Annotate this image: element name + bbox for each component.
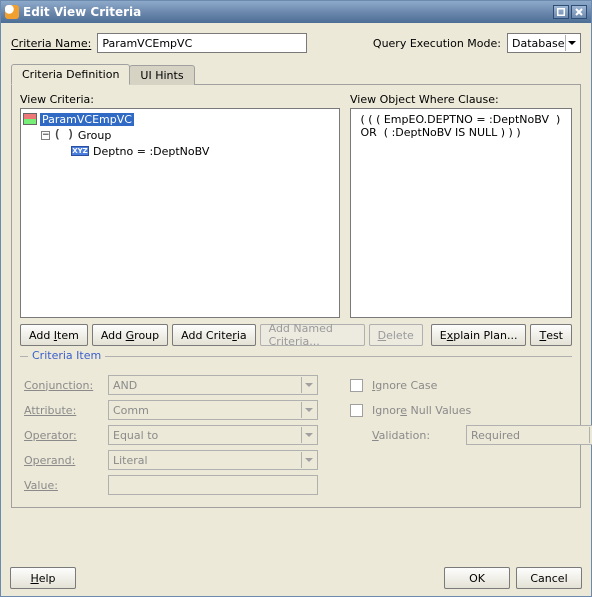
tree-leaf-label: Deptno = :DeptNoBV bbox=[93, 145, 209, 158]
tree-group-label: Group bbox=[78, 129, 112, 142]
attribute-select: Comm bbox=[108, 400, 318, 420]
ignore-case-label: Ignore Case bbox=[372, 379, 592, 392]
add-group-button[interactable]: Add Group bbox=[92, 324, 168, 346]
toolbar-row: Add Item Add Group Add Criteria Add Name… bbox=[20, 324, 572, 346]
chevron-down-icon bbox=[301, 402, 315, 418]
add-named-criteria-button: Add Named Criteria... bbox=[260, 324, 365, 346]
ignore-null-label: Ignore Null Values bbox=[372, 404, 592, 417]
criteria-name-label: Criteria Name: bbox=[11, 37, 91, 50]
delete-button: Delete bbox=[369, 324, 423, 346]
title-bar: Edit View Criteria bbox=[1, 1, 591, 23]
add-item-button[interactable]: Add Item bbox=[20, 324, 88, 346]
cancel-button[interactable]: Cancel bbox=[516, 567, 582, 589]
ignore-null-checkbox bbox=[350, 404, 363, 417]
view-criteria-tree[interactable]: ParamVCEmpVC − ( ) Group XYZ Deptno = :D… bbox=[20, 108, 340, 318]
view-criteria-label: View Criteria: bbox=[20, 93, 340, 106]
help-button[interactable]: Help bbox=[10, 567, 76, 589]
attribute-label: Attribute: bbox=[24, 404, 104, 417]
tree-root-label: ParamVCEmpVC bbox=[40, 113, 134, 126]
validation-select: Required bbox=[466, 425, 592, 445]
tab-ui-hints[interactable]: UI Hints bbox=[129, 65, 194, 85]
dialog-footer: Help OK Cancel bbox=[10, 567, 582, 589]
close-button[interactable] bbox=[571, 5, 587, 19]
tab-criteria-definition[interactable]: Criteria Definition bbox=[11, 64, 130, 85]
parentheses-icon: ( ) bbox=[54, 129, 74, 141]
conjunction-label: Conjunction: bbox=[24, 379, 104, 392]
operand-label: Operand: bbox=[24, 454, 104, 467]
tree-root[interactable]: ParamVCEmpVC bbox=[23, 111, 337, 127]
value-input bbox=[108, 475, 318, 495]
add-criteria-button[interactable]: Add Criteria bbox=[172, 324, 255, 346]
exec-mode-select[interactable]: Database bbox=[507, 33, 581, 53]
tab-panel: View Criteria: ParamVCEmpVC − ( ) Group bbox=[11, 84, 581, 508]
maximize-button[interactable] bbox=[553, 5, 569, 19]
tree-leaf[interactable]: XYZ Deptno = :DeptNoBV bbox=[23, 143, 337, 159]
exec-mode-label: Query Execution Mode: bbox=[373, 37, 501, 50]
chevron-down-icon bbox=[301, 452, 315, 468]
where-clause-label: View Object Where Clause: bbox=[350, 93, 572, 106]
conjunction-select: AND bbox=[108, 375, 318, 395]
ok-button[interactable]: OK bbox=[444, 567, 510, 589]
operator-select: Equal to bbox=[108, 425, 318, 445]
chevron-down-icon bbox=[565, 35, 579, 51]
ignore-case-checkbox bbox=[350, 379, 363, 392]
chevron-down-icon bbox=[301, 377, 315, 393]
chevron-down-icon bbox=[301, 427, 315, 443]
tree-group[interactable]: − ( ) Group bbox=[23, 127, 337, 143]
operand-select: Literal bbox=[108, 450, 318, 470]
criteria-item-title: Criteria Item bbox=[28, 349, 105, 362]
validation-label: Validation: bbox=[372, 429, 462, 442]
exec-mode-value: Database bbox=[512, 37, 565, 50]
criteria-name-input[interactable] bbox=[97, 33, 307, 53]
criteria-icon bbox=[23, 113, 37, 125]
where-clause-box: ( ( ( EmpEO.DEPTNO = :DeptNoBV ) OR ( :D… bbox=[350, 108, 572, 318]
collapse-icon[interactable]: − bbox=[41, 131, 50, 140]
window-title: Edit View Criteria bbox=[23, 5, 551, 19]
explain-plan-button[interactable]: Explain Plan... bbox=[431, 324, 527, 346]
app-icon bbox=[5, 5, 19, 19]
operator-label: Operator: bbox=[24, 429, 104, 442]
expression-icon: XYZ bbox=[71, 146, 89, 156]
value-label: Value: bbox=[24, 479, 104, 492]
test-button[interactable]: Test bbox=[530, 324, 572, 346]
criteria-item-group: Criteria Item Conjunction: AND Ignore Ca… bbox=[20, 356, 572, 499]
